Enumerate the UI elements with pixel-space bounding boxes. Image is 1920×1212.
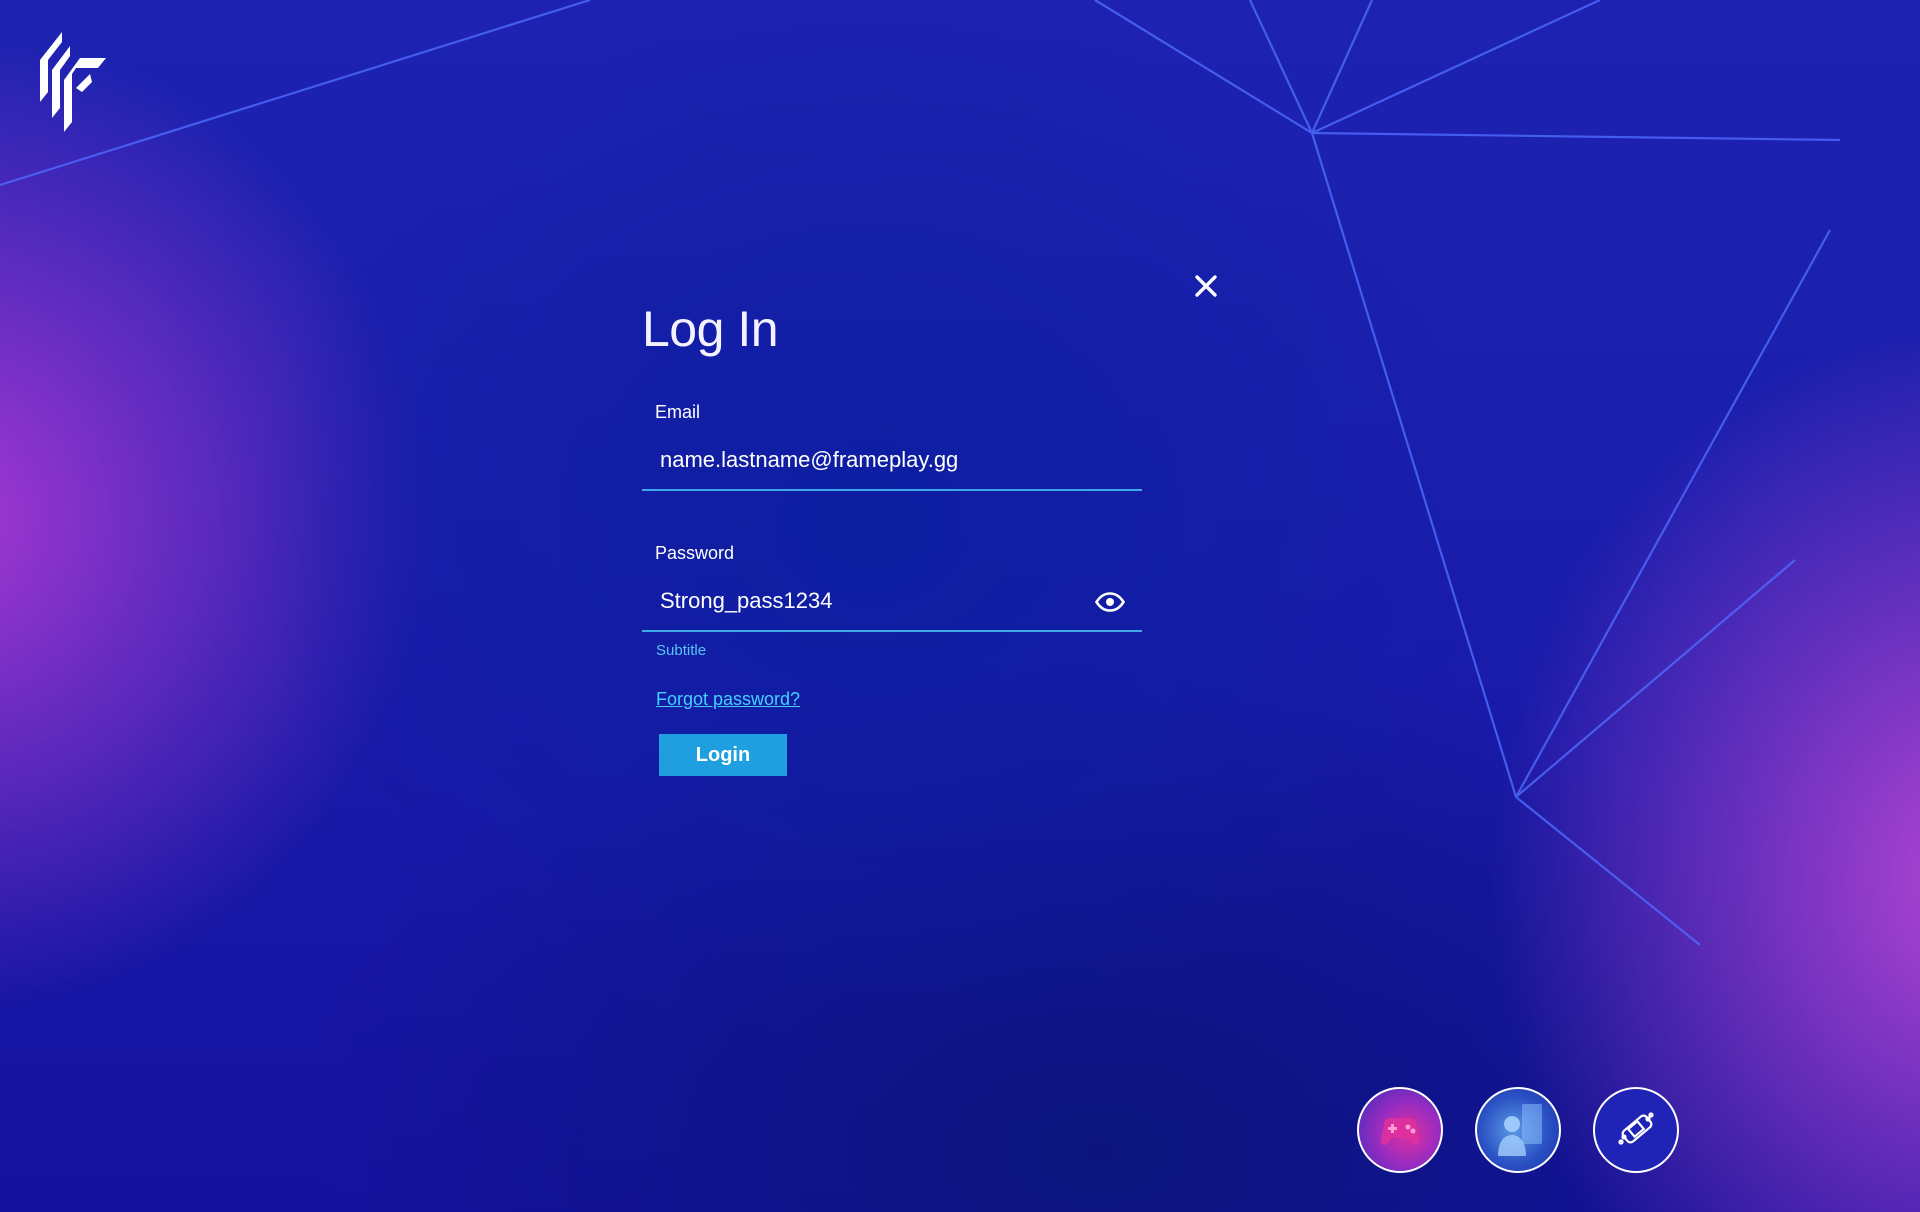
close-button[interactable] [1190,270,1222,302]
gamepad-icon [1380,1117,1420,1146]
password-input[interactable] [642,572,1142,632]
bandage-avatar[interactable] [1593,1087,1679,1173]
login-form: Log In Email Password Subtitle Forgot pa… [642,300,1142,776]
email-label: Email [655,402,701,422]
bandage-icon [1618,1112,1654,1145]
player-avatar[interactable] [1475,1087,1561,1173]
page-title: Log In [642,301,779,357]
player-icon [1498,1104,1542,1156]
avatar-list [1357,1087,1679,1173]
login-button[interactable]: Login [659,734,787,776]
forgot-password-link[interactable]: Forgot password? [656,689,800,710]
gamepad-avatar[interactable] [1357,1087,1443,1173]
helper-text: Subtitle [656,642,707,659]
frameplay-logo [36,26,110,134]
eye-icon [1095,592,1125,612]
password-field-group: Password [642,543,1142,632]
password-visibility-toggle[interactable] [1094,586,1126,618]
email-input[interactable] [642,431,1142,491]
close-icon [1195,275,1217,297]
password-label: Password [655,543,735,563]
email-field-group: Email [642,402,1142,491]
